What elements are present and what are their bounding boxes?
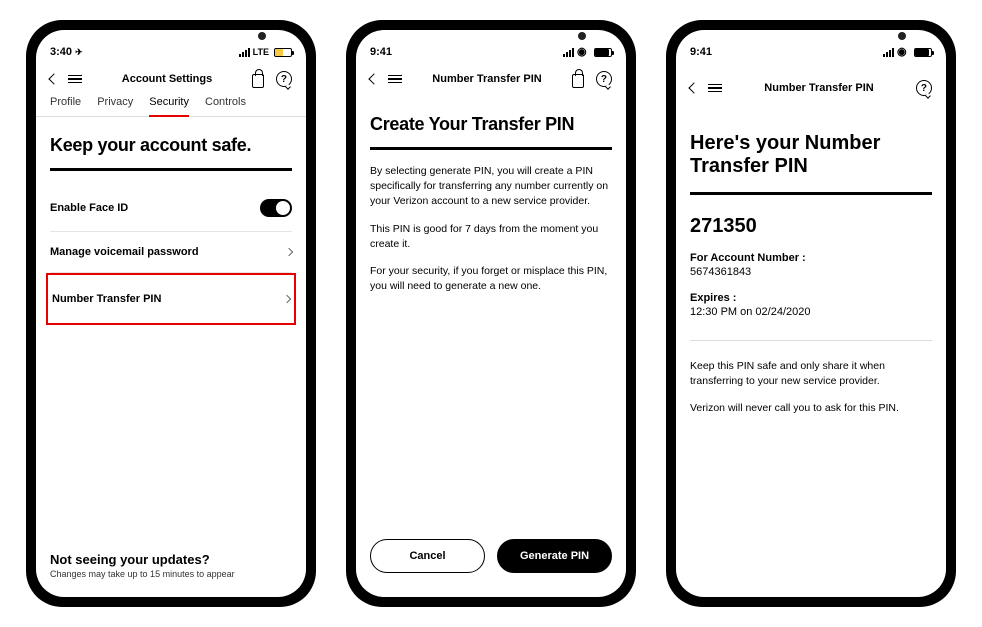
status-right: ◉: [563, 46, 612, 58]
back-icon[interactable]: [688, 82, 699, 93]
paragraph: This PIN is good for 7 days from the mom…: [370, 222, 612, 252]
expires-value: 12:30 PM on 02/24/2020: [690, 306, 932, 318]
phone-frame-1: 3:40 ✈ LTE Account Settings ? Profile Pr…: [26, 20, 316, 607]
nav-bar: Account Settings ?: [36, 64, 306, 96]
divider: [690, 340, 932, 341]
page-title: Number Transfer PIN: [764, 82, 873, 94]
account-label: For Account Number :: [690, 252, 932, 264]
location-arrow-icon: ✈: [75, 47, 83, 57]
section-heading: Keep your account safe.: [50, 135, 292, 156]
status-left: 3:40 ✈: [50, 46, 83, 58]
page-title: Number Transfer PIN: [432, 73, 541, 85]
screen-3: 9:41 ◉ Number Transfer PIN ? Here's your…: [676, 30, 946, 597]
heading-rule: [50, 168, 292, 171]
menu-icon[interactable]: [388, 75, 402, 84]
page-title: Account Settings: [122, 73, 212, 85]
lock-icon[interactable]: [572, 74, 584, 88]
paragraph: Verizon will never call you to ask for t…: [690, 401, 932, 416]
signal-icon: [883, 48, 894, 57]
tab-bar: Profile Privacy Security Controls: [36, 96, 306, 117]
camera-dot: [898, 32, 906, 40]
pin-code: 271350: [690, 215, 932, 238]
content-area: Keep your account safe. Enable Face ID M…: [36, 117, 306, 597]
nav-bar: Number Transfer PIN ?: [356, 64, 626, 96]
paragraph: Keep this PIN safe and only share it whe…: [690, 359, 932, 389]
row-number-transfer-pin[interactable]: Number Transfer PIN: [52, 275, 290, 323]
section-heading: Here's your Number Transfer PIN: [690, 132, 932, 178]
help-icon[interactable]: ?: [916, 80, 932, 96]
tab-profile[interactable]: Profile: [50, 96, 81, 116]
battery-icon: [594, 48, 612, 57]
generate-pin-button[interactable]: Generate PIN: [497, 539, 612, 573]
status-time: 9:41: [370, 46, 392, 58]
footer-sub: Changes may take up to 15 minutes to app…: [50, 569, 292, 579]
status-time: 9:41: [690, 46, 712, 58]
lock-icon[interactable]: [252, 74, 264, 88]
screen-2: 9:41 ◉ Number Transfer PIN ? Create Your…: [356, 30, 626, 597]
chevron-right-icon: [285, 248, 293, 256]
paragraph: For your security, if you forget or misp…: [370, 264, 612, 294]
phone-frame-3: 9:41 ◉ Number Transfer PIN ? Here's your…: [666, 20, 956, 607]
battery-icon: [914, 48, 932, 57]
tab-security[interactable]: Security: [149, 96, 189, 116]
account-value: 5674361843: [690, 266, 932, 278]
tab-privacy[interactable]: Privacy: [97, 96, 133, 116]
row-label: Number Transfer PIN: [52, 293, 161, 305]
row-face-id[interactable]: Enable Face ID: [50, 185, 292, 232]
battery-icon: [274, 48, 292, 57]
heading-rule: [690, 192, 932, 195]
face-id-toggle[interactable]: [260, 199, 292, 217]
phone-frame-2: 9:41 ◉ Number Transfer PIN ? Create Your…: [346, 20, 636, 607]
heading-rule: [370, 147, 612, 150]
back-icon[interactable]: [48, 73, 59, 84]
network-label: LTE: [253, 47, 269, 57]
signal-icon: [563, 48, 574, 57]
row-label: Manage voicemail password: [50, 246, 199, 258]
content-area: Here's your Number Transfer PIN 271350 F…: [676, 104, 946, 597]
menu-icon[interactable]: [708, 84, 722, 93]
expires-label: Expires :: [690, 292, 932, 304]
help-icon[interactable]: ?: [276, 71, 292, 87]
camera-dot: [258, 32, 266, 40]
menu-icon[interactable]: [68, 75, 82, 84]
row-label: Enable Face ID: [50, 202, 128, 214]
content-area: Create Your Transfer PIN By selecting ge…: [356, 96, 626, 597]
status-time: 3:40: [50, 46, 72, 58]
camera-dot: [578, 32, 586, 40]
signal-icon: [239, 48, 250, 57]
tab-controls[interactable]: Controls: [205, 96, 246, 116]
button-row: Cancel Generate PIN: [370, 539, 612, 579]
wifi-icon: ◉: [897, 46, 909, 58]
row-voicemail[interactable]: Manage voicemail password: [50, 232, 292, 273]
status-right: ◉: [883, 46, 932, 58]
status-right: LTE: [239, 47, 292, 57]
section-heading: Create Your Transfer PIN: [370, 114, 612, 135]
screen-1: 3:40 ✈ LTE Account Settings ? Profile Pr…: [36, 30, 306, 597]
highlight-ntp: Number Transfer PIN: [46, 273, 296, 325]
help-icon[interactable]: ?: [596, 71, 612, 87]
back-icon[interactable]: [368, 73, 379, 84]
footer-title: Not seeing your updates?: [50, 552, 292, 567]
wifi-icon: ◉: [577, 46, 589, 58]
cancel-button[interactable]: Cancel: [370, 539, 485, 573]
nav-bar: Number Transfer PIN ?: [676, 64, 946, 104]
footer-note: Not seeing your updates? Changes may tak…: [50, 532, 292, 579]
paragraph: By selecting generate PIN, you will crea…: [370, 164, 612, 210]
chevron-right-icon: [283, 295, 291, 303]
